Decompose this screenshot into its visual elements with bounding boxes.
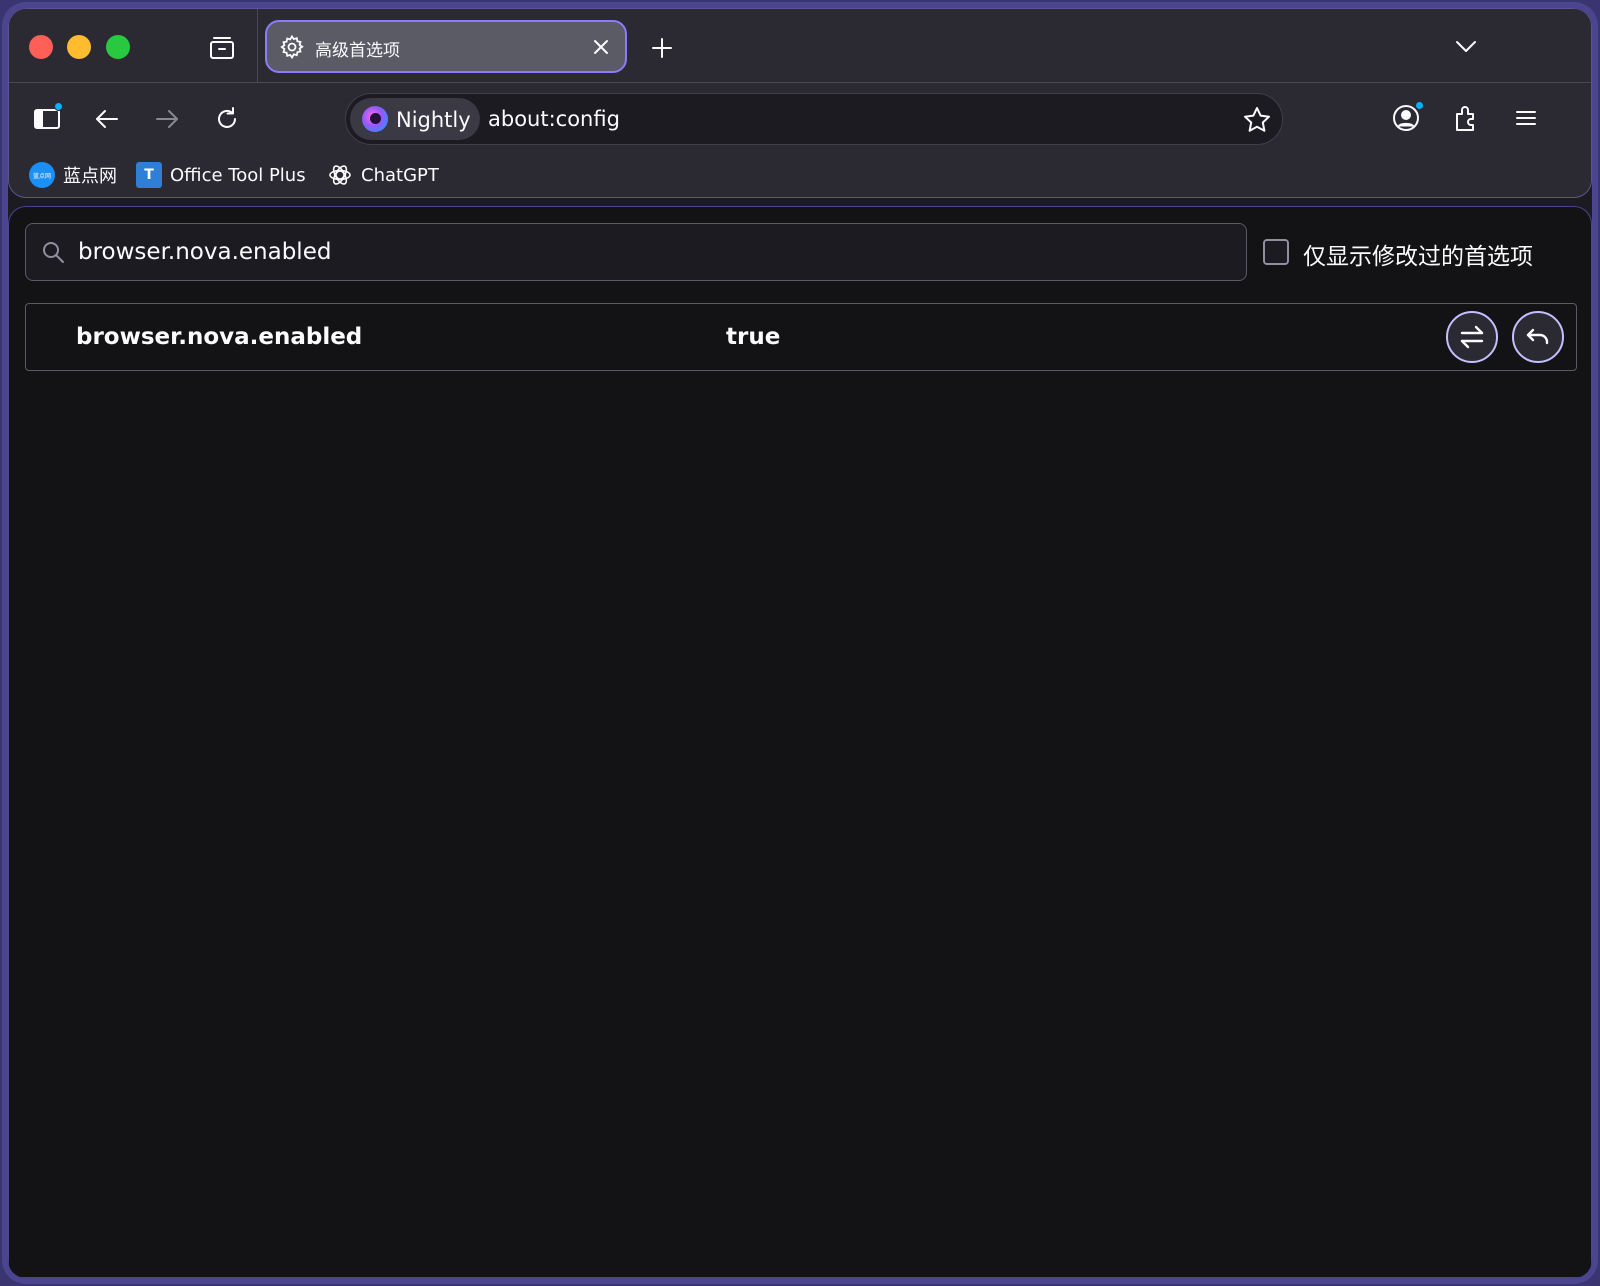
back-button[interactable] (89, 101, 125, 137)
forward-arrow-icon (156, 110, 178, 128)
pref-name: browser.nova.enabled (76, 324, 363, 350)
search-icon (43, 242, 64, 263)
gear-icon (280, 34, 304, 60)
show-modified-label[interactable]: 仅显示修改过的首选项 (1303, 237, 1533, 271)
about-config-page: 仅显示修改过的首选项 browser.nova.enabled true (8, 206, 1592, 1278)
tab-title: 高级首选项 (315, 41, 400, 61)
office-tool-plus-icon: T (136, 162, 162, 188)
chevron-down-icon (1456, 41, 1476, 52)
bookmark-landian[interactable]: 蓝点网 蓝点网 (29, 161, 117, 189)
reset-pref-button[interactable] (1512, 311, 1564, 363)
browser-frame: 高级首选项 Nightly about:config 蓝点网 蓝点网 T Off… (8, 8, 1592, 1278)
pref-row[interactable]: browser.nova.enabled true (25, 303, 1577, 371)
forward-button[interactable] (149, 101, 185, 137)
bookmark-star-icon[interactable] (1242, 105, 1272, 135)
tab-bar: 高级首选项 (9, 9, 1591, 83)
toolbox: 高级首选项 Nightly about:config 蓝点网 蓝点网 T Off… (8, 8, 1592, 198)
nightly-logo-icon (362, 106, 388, 132)
chatgpt-icon (329, 165, 351, 185)
account-button[interactable] (1387, 99, 1425, 137)
account-attention-dot (1415, 101, 1424, 110)
extensions-button[interactable] (1447, 99, 1485, 137)
bookmarks-toolbar: 蓝点网 蓝点网 T Office Tool Plus ChatGPT (9, 153, 1591, 197)
minimize-window-button[interactable] (67, 35, 91, 59)
bookmark-label: ChatGPT (361, 164, 439, 186)
toggle-pref-button[interactable] (1446, 311, 1498, 363)
list-all-tabs-button[interactable] (1449, 29, 1483, 63)
new-tab-button[interactable] (645, 31, 679, 65)
show-modified-checkbox[interactable] (1263, 239, 1289, 265)
identity-label: Nightly (396, 108, 471, 132)
nav-bar: Nightly about:config (9, 83, 1591, 153)
identity-box[interactable]: Nightly (350, 98, 480, 140)
pref-search-box[interactable] (25, 223, 1247, 281)
bookmark-label: Office Tool Plus (170, 164, 306, 186)
landian-icon: 蓝点网 (29, 162, 55, 188)
url-text[interactable]: about:config (488, 107, 620, 131)
close-window-button[interactable] (29, 35, 53, 59)
firefox-view-icon (210, 37, 234, 59)
extensions-icon (1456, 106, 1474, 131)
app-menu-button[interactable] (1507, 99, 1545, 137)
sidebar-attention-dot (54, 102, 63, 111)
toggle-arrows-icon (1460, 325, 1484, 349)
firefox-view-button[interactable] (205, 31, 239, 65)
plus-icon (652, 38, 672, 58)
tabs-separator (257, 9, 258, 83)
browser-window: 高级首选项 Nightly about:config 蓝点网 蓝点网 T Off… (2, 2, 1598, 1284)
pref-value: true (726, 324, 781, 350)
reload-button[interactable] (209, 101, 245, 137)
sidebar-toggle-button[interactable] (29, 101, 65, 137)
tab-advanced-preferences[interactable]: 高级首选项 (265, 20, 627, 73)
pref-search-input[interactable] (78, 232, 1228, 272)
reload-icon (218, 107, 236, 128)
back-arrow-icon (96, 110, 118, 128)
undo-icon (1526, 328, 1549, 345)
zoom-window-button[interactable] (106, 35, 130, 59)
close-tab-icon[interactable] (587, 33, 615, 61)
bookmark-chatgpt[interactable]: ChatGPT (327, 161, 439, 189)
menu-icon (1516, 111, 1536, 125)
bookmark-label: 蓝点网 (63, 166, 117, 187)
bookmark-office-tool-plus[interactable]: T Office Tool Plus (136, 161, 306, 189)
url-bar[interactable]: Nightly about:config (345, 93, 1283, 145)
